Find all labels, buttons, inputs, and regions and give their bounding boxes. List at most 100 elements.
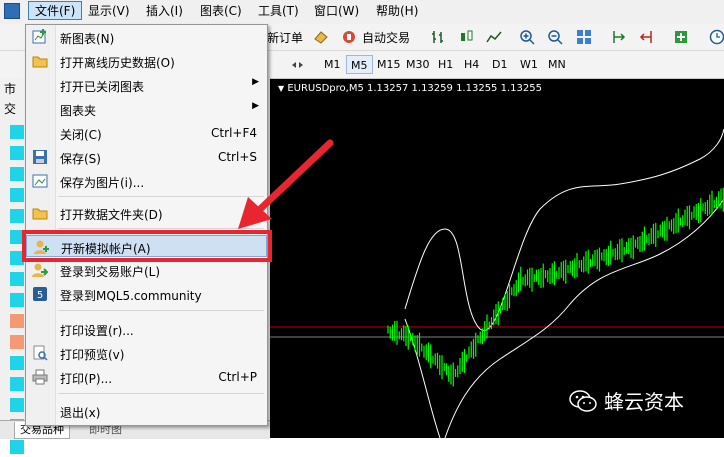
candlestick-icon[interactable]: [458, 28, 476, 46]
save-image-icon: [32, 174, 48, 188]
menu-item-exit[interactable]: 退出(x): [26, 400, 267, 422]
symbol-row-marker[interactable]: [0, 206, 26, 226]
auto-trade-icon[interactable]: [340, 28, 358, 46]
autoscroll-icon[interactable]: [638, 28, 656, 46]
menu-help[interactable]: 帮助(H): [370, 2, 424, 21]
menu-insert[interactable]: 插入(I): [140, 2, 189, 21]
symbol-row-marker[interactable]: [0, 374, 26, 394]
menu-item-label: 打印预览(v): [60, 348, 125, 362]
symbol-row-marker[interactable]: [0, 185, 26, 205]
cursor-dropdown-icon[interactable]: [288, 56, 306, 74]
menu-item-label: 打印(P)...: [60, 372, 113, 386]
menu-item-print-preview[interactable]: 打印预览(v): [26, 342, 267, 364]
eraser-icon[interactable]: [312, 28, 330, 46]
symbol-row-marker[interactable]: [0, 269, 26, 289]
watermark-text: 蜂云资本: [604, 390, 684, 414]
menu-item-profiles[interactable]: 图表夹 ▶: [26, 98, 267, 120]
menu-item-print[interactable]: 打印(P)... Ctrl+P: [26, 366, 267, 388]
menu-item-login-trade-account[interactable]: 登录到交易账户(L): [26, 259, 267, 281]
add-indicator-icon[interactable]: [672, 28, 690, 46]
symbol-row-marker[interactable]: [0, 437, 26, 457]
price-chart[interactable]: [270, 79, 724, 439]
timeframe-m30[interactable]: M30: [402, 55, 434, 74]
symbol-direction-icon: [10, 335, 24, 349]
save-icon: [33, 150, 47, 164]
menu-item-label: 登录到交易账户(L): [60, 265, 161, 279]
menu-item-open-offline[interactable]: 打开离线历史数据(O): [26, 50, 267, 72]
symbol-row-marker[interactable]: [0, 122, 26, 142]
menu-item-label: 打开数据文件夹(D): [60, 208, 163, 222]
timeframe-d1[interactable]: D1: [488, 55, 511, 74]
menu-window[interactable]: 窗口(W): [308, 2, 365, 21]
mql5-icon: 5: [33, 287, 47, 301]
timeframe-m5[interactable]: M5: [346, 55, 373, 74]
chart-shift-icon[interactable]: [610, 28, 628, 46]
zoom-in-icon[interactable]: [518, 28, 536, 46]
menu-item-label: 退出(x): [60, 406, 101, 420]
line-chart-icon[interactable]: [485, 28, 503, 46]
symbol-direction-icon: [10, 272, 24, 286]
clock-icon[interactable]: [708, 28, 724, 46]
submenu-arrow-icon: ▶: [252, 101, 259, 111]
menu-item-label: 打开离线历史数据(O): [60, 56, 175, 70]
symbol-direction-icon: [10, 125, 24, 139]
symbol-row-marker[interactable]: [0, 353, 26, 373]
menu-item-label: 登录到MQL5.community: [60, 289, 202, 303]
wechat-logo-icon: [569, 389, 597, 412]
menu-tools[interactable]: 工具(T): [252, 2, 305, 21]
chart-dropdown-icon[interactable]: ▼: [278, 84, 284, 93]
open-folder-icon: [32, 56, 48, 68]
menu-item-print-setup[interactable]: 打印设置(r)...: [26, 318, 267, 340]
symbol-direction-icon: [10, 356, 24, 370]
menu-item-label: 关闭(C): [60, 128, 102, 142]
print-icon: [32, 369, 48, 385]
menu-item-label: 图表夹: [60, 104, 97, 118]
symbol-direction-icon: [10, 209, 24, 223]
menu-item-label: 打印设置(r)...: [60, 324, 134, 338]
menu-item-shortcut: Ctrl+P: [218, 370, 257, 384]
symbol-row-marker[interactable]: [0, 395, 26, 415]
symbol-direction-icon: [10, 398, 24, 412]
menu-file[interactable]: 文件(F): [28, 1, 83, 20]
menu-view[interactable]: 显示(V): [82, 2, 136, 21]
tile-windows-icon[interactable]: [575, 28, 593, 46]
timeframe-h1[interactable]: H1: [434, 55, 457, 74]
symbol-row-marker[interactable]: [0, 332, 26, 352]
timeframe-h4[interactable]: H4: [460, 55, 483, 74]
menu-separator: [58, 310, 264, 311]
symbol-row-marker[interactable]: [0, 143, 26, 163]
new-order-button[interactable]: 新订单: [267, 29, 303, 46]
menu-item-label: 保存(S): [60, 152, 101, 166]
bar-chart-icon[interactable]: [430, 28, 448, 46]
timeframe-w1[interactable]: W1: [516, 55, 542, 74]
zoom-out-icon[interactable]: [546, 28, 564, 46]
menu-item-new-chart[interactable]: 新图表(N): [26, 26, 267, 48]
watermark: 蜂云资本: [568, 386, 684, 415]
red-arrow-icon: [238, 139, 334, 229]
menu-item-login-mql5[interactable]: 5 登录到MQL5.community: [26, 283, 267, 305]
app-icon: [4, 3, 20, 19]
login-icon: [32, 263, 48, 277]
symbol-direction-icon: [10, 146, 24, 160]
menu-item-label: 保存为图片(i)...: [60, 176, 145, 190]
submenu-arrow-icon: ▶: [252, 77, 259, 87]
chart-symbol-label: EURUSDpro,M5 1.13257 1.13259 1.13255 1.1…: [287, 83, 542, 94]
symbol-direction-icon: [10, 377, 24, 391]
menu-charts[interactable]: 图表(C): [194, 2, 248, 21]
menu-separator: [58, 393, 264, 394]
timeframe-mn[interactable]: MN: [544, 55, 570, 74]
symbol-direction-icon: [10, 188, 24, 202]
panel-title-fragment: 市: [4, 82, 17, 96]
timeframe-m1[interactable]: M1: [320, 55, 345, 74]
menu-item-label: 新图表(N): [60, 32, 115, 46]
new-chart-icon: [32, 29, 46, 44]
symbol-row-marker[interactable]: [0, 290, 26, 310]
menu-bar: 文件(F) 显示(V) 插入(I) 图表(C) 工具(T) 窗口(W) 帮助(H…: [0, 0, 724, 25]
print-preview-icon: [33, 345, 48, 361]
auto-trade-button[interactable]: 自动交易: [362, 29, 410, 46]
svg-text:5: 5: [37, 290, 43, 301]
symbol-row-marker[interactable]: [0, 164, 26, 184]
menu-item-open-closed-charts[interactable]: 打开已关闭图表 ▶: [26, 74, 267, 96]
symbol-row-marker[interactable]: [0, 311, 26, 331]
timeframe-m15[interactable]: M15: [373, 55, 405, 74]
